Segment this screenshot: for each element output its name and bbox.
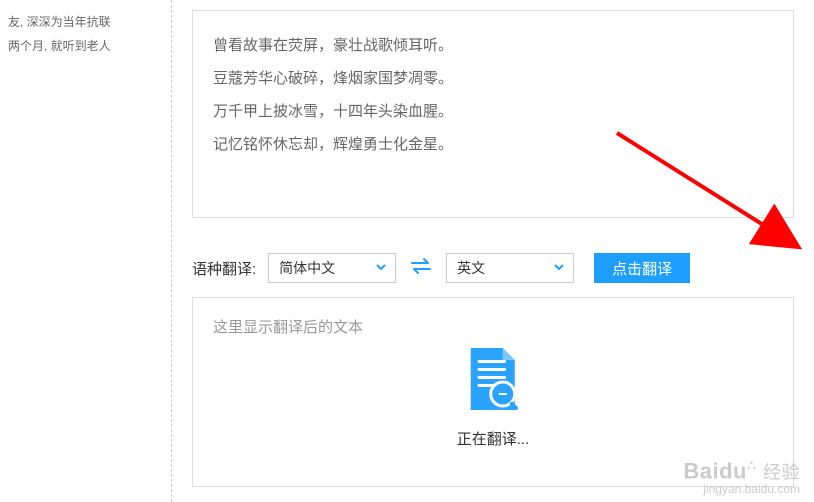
- target-language-select[interactable]: 英文: [446, 253, 574, 283]
- source-line: 记忆铭怀休忘却，辉煌勇士化金星。: [213, 128, 773, 161]
- source-line: 豆蔻芳华心破碎，烽烟家国梦凋零。: [213, 62, 773, 95]
- loading-indicator: 正在翻译...: [457, 346, 530, 449]
- language-label: 语种翻译:: [192, 258, 256, 279]
- source-line: 曾看故事在荧屏，豪壮战歌倾耳听。: [213, 29, 773, 62]
- source-language-value: 简体中文: [279, 258, 335, 278]
- swap-languages-icon[interactable]: [408, 257, 434, 280]
- sidebar-snippet: 友, 深深为当年抗联 两个月, 就听到老人: [0, 0, 172, 502]
- chevron-down-icon: [375, 261, 387, 276]
- target-language-value: 英文: [457, 258, 485, 278]
- document-search-icon: [463, 346, 523, 416]
- source-language-select[interactable]: 简体中文: [268, 253, 396, 283]
- source-line: 万千甲上披冰雪，十四年头染血腥。: [213, 95, 773, 128]
- translation-controls: 语种翻译: 简体中文 英文 点击翻译: [192, 253, 794, 283]
- source-text-area[interactable]: 曾看故事在荧屏，豪壮战歌倾耳听。 豆蔻芳华心破碎，烽烟家国梦凋零。 万千甲上披冰…: [192, 10, 794, 218]
- loading-text: 正在翻译...: [457, 428, 530, 449]
- sidebar-text-line: 友, 深深为当年抗联: [8, 10, 163, 34]
- sidebar-text-line: 两个月, 就听到老人: [8, 34, 163, 58]
- chevron-down-icon: [553, 261, 565, 276]
- translate-button[interactable]: 点击翻译: [594, 253, 690, 283]
- output-placeholder: 这里显示翻译后的文本: [213, 316, 773, 337]
- output-text-area: 这里显示翻译后的文本 正在翻译...: [192, 297, 794, 487]
